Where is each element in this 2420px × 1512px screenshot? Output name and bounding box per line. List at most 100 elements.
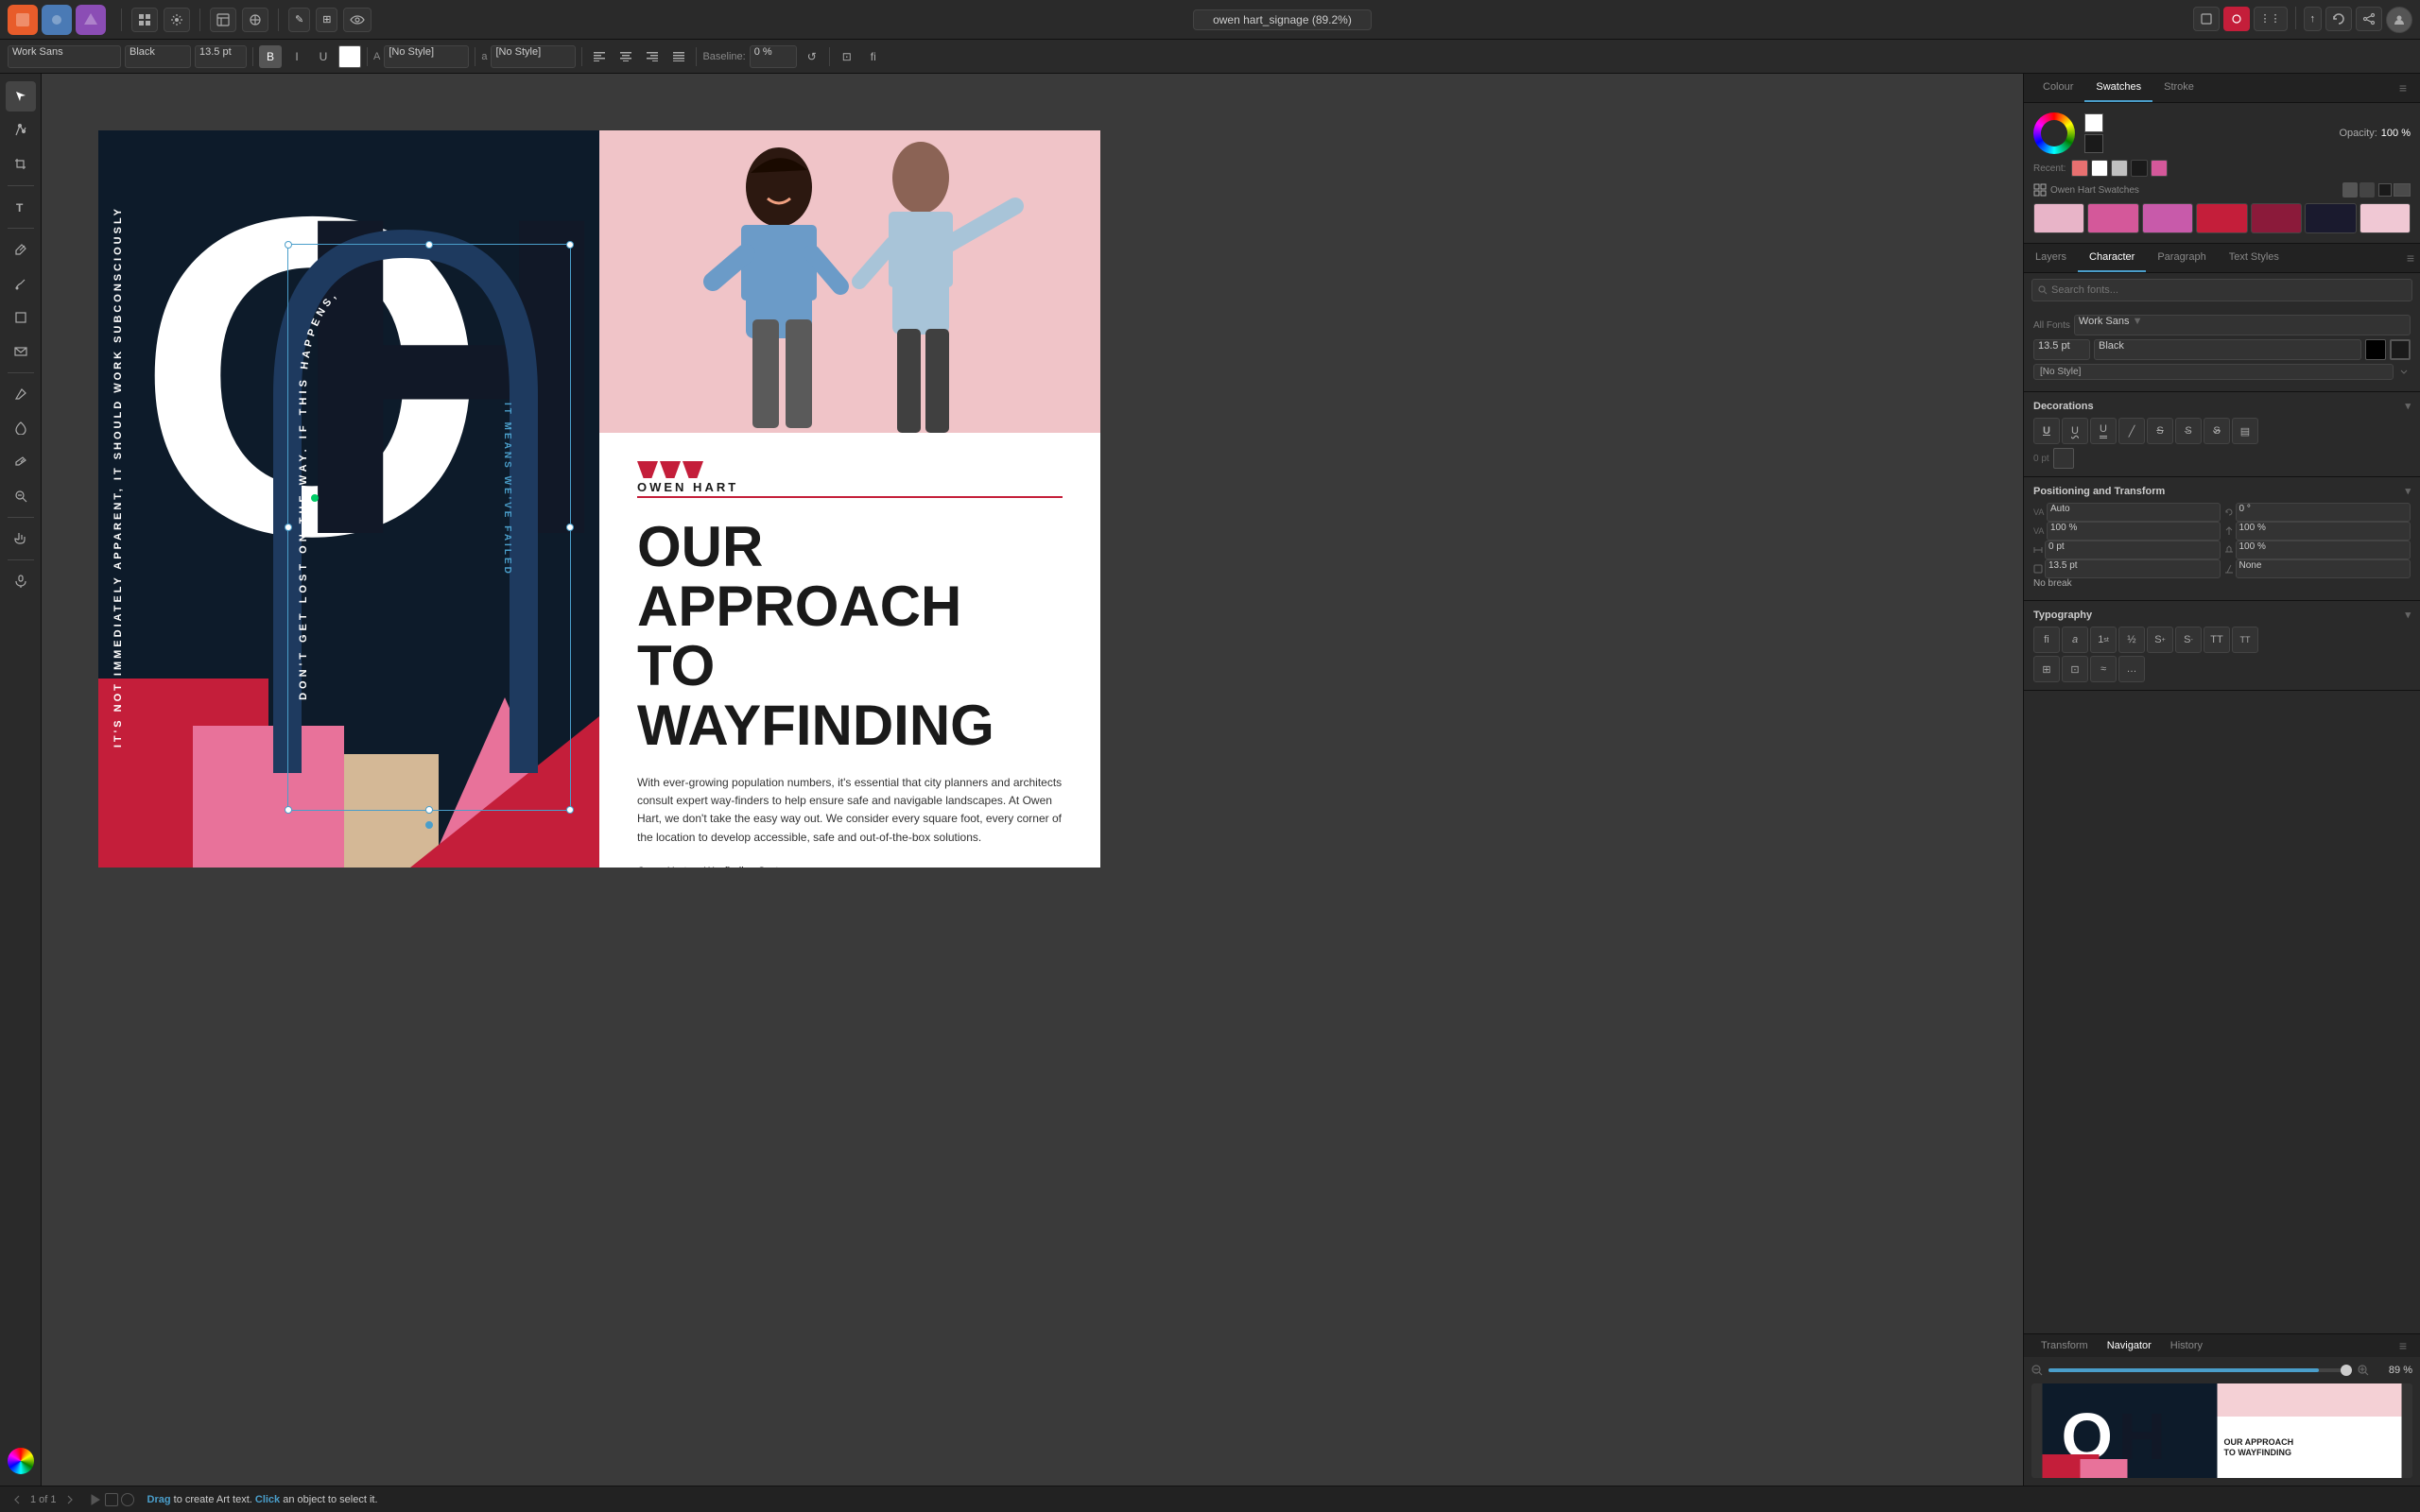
baseline-input[interactable]: 100 % — [2236, 541, 2411, 559]
char-color-swatch2[interactable] — [2390, 339, 2411, 360]
italic-button[interactable]: I — [285, 45, 308, 68]
tool-mic[interactable] — [6, 566, 36, 596]
mode-icon[interactable] — [2193, 7, 2220, 31]
toolbar-pen-icon[interactable]: ✎ — [288, 8, 310, 32]
swatch-cell-3[interactable] — [2142, 203, 2193, 233]
toolbar-settings-icon[interactable] — [164, 8, 190, 32]
baseline-select[interactable]: 0 % — [750, 45, 797, 68]
typo-superscript[interactable]: S+ — [2147, 627, 2173, 653]
tool-hand[interactable] — [6, 524, 36, 554]
grid-view-btn[interactable] — [2342, 182, 2358, 198]
va-input[interactable]: Auto — [2047, 503, 2221, 522]
handle-tr[interactable] — [566, 241, 574, 249]
char-style-select[interactable]: [No Style] — [384, 45, 469, 68]
typo-italic-a[interactable]: a — [2062, 627, 2088, 653]
deco-underline-solid[interactable]: U — [2033, 418, 2060, 444]
typo-small-caps[interactable]: TT — [2232, 627, 2258, 653]
status-circle-icon[interactable] — [121, 1493, 134, 1506]
recent-swatch-5[interactable] — [2151, 160, 2168, 177]
list-view-btn[interactable] — [2360, 182, 2375, 198]
app-icon-1[interactable] — [8, 5, 38, 35]
black-swatch[interactable] — [2084, 134, 2103, 153]
tool-zoom[interactable] — [6, 481, 36, 511]
size-auto-input[interactable]: 13.5 pt — [2045, 559, 2221, 578]
status-page-icon[interactable] — [105, 1493, 118, 1506]
typo-sub[interactable]: S- — [2175, 627, 2202, 653]
toolbar-view-icon[interactable] — [210, 8, 236, 32]
white-swatch[interactable] — [2084, 113, 2103, 132]
toolbar-nav-icon[interactable] — [131, 8, 158, 32]
swatch-cell-7[interactable] — [2360, 203, 2411, 233]
char-style-tag[interactable]: [No Style] — [2033, 364, 2394, 380]
align-center-button[interactable] — [614, 45, 637, 68]
color-mode-icon[interactable] — [2223, 7, 2250, 31]
positioning-header[interactable]: Positioning and Transform ▾ — [2033, 485, 2411, 497]
tracking-input[interactable]: 0 pt — [2045, 541, 2221, 559]
typo-frac[interactable]: ½ — [2118, 627, 2145, 653]
align-justify-button[interactable] — [667, 45, 690, 68]
font-size-select[interactable]: 13.5 pt — [195, 45, 247, 68]
deco-strikethrough[interactable]: S — [2147, 418, 2173, 444]
handle-ml[interactable] — [285, 524, 292, 531]
tool-pen[interactable] — [6, 234, 36, 265]
align-left-button[interactable] — [588, 45, 611, 68]
decorations-header[interactable]: Decorations ▾ — [2033, 400, 2411, 412]
skew-input[interactable]: None — [2236, 559, 2411, 578]
status-play-icon[interactable] — [89, 1493, 102, 1506]
resize-icon-button[interactable]: ⊡ — [836, 45, 858, 68]
typo-icon3[interactable]: ≈ — [2090, 656, 2117, 682]
bottom-panel-options[interactable]: ≡ — [2394, 1334, 2412, 1357]
tab-transform[interactable]: Transform — [2031, 1334, 2098, 1357]
wayfinding-link[interactable]: Owen Hart on Wayfinding Systems — [637, 866, 1063, 868]
tab-colour[interactable]: Colour — [2031, 74, 2084, 102]
tool-text[interactable]: T — [6, 192, 36, 222]
swatch-cell-6[interactable] — [2305, 203, 2356, 233]
font-family-dropdown[interactable]: Work Sans ▼ — [2074, 315, 2411, 335]
swatch-size-sm[interactable] — [2378, 183, 2392, 197]
text-color-swatch[interactable] — [338, 45, 361, 68]
handle-bl[interactable] — [285, 806, 292, 814]
status-nav-prev[interactable] — [11, 1494, 23, 1505]
color-wheel-bottom[interactable] — [8, 1444, 34, 1478]
handle-tl[interactable] — [285, 241, 292, 249]
tool-envelope[interactable] — [6, 336, 36, 367]
char-color-swatch[interactable] — [2365, 339, 2386, 360]
user-icon[interactable] — [2386, 7, 2412, 33]
zoom-slider[interactable] — [2048, 1368, 2352, 1372]
tab-stroke[interactable]: Stroke — [2152, 74, 2205, 102]
handle-mr[interactable] — [566, 524, 574, 531]
typo-more[interactable]: … — [2118, 656, 2145, 682]
recent-swatch-2[interactable] — [2091, 160, 2108, 177]
zoom-in-icon[interactable] — [2358, 1365, 2369, 1376]
tool-eraser[interactable] — [6, 379, 36, 409]
recent-swatch-1[interactable] — [2071, 160, 2088, 177]
scale-h-input[interactable]: 100 % — [2047, 522, 2221, 541]
toolbar-align-icon[interactable]: ⊞ — [316, 8, 337, 32]
fi-ligature-button[interactable]: fi — [862, 45, 885, 68]
deco-overline-slash[interactable]: ▤ — [2232, 418, 2258, 444]
tab-layers[interactable]: Layers — [2024, 244, 2078, 272]
typo-ordinal[interactable]: 1st — [2090, 627, 2117, 653]
deco-color-chip[interactable] — [2053, 448, 2074, 469]
tab-swatches[interactable]: Swatches — [2084, 74, 2152, 102]
deco-strikethrough-dot[interactable]: S — [2175, 418, 2202, 444]
tab-paragraph[interactable]: Paragraph — [2146, 244, 2217, 272]
app-icon-2[interactable] — [42, 5, 72, 35]
handle-bm[interactable] — [425, 806, 433, 814]
para-style-select[interactable]: [No Style] — [491, 45, 576, 68]
reset-baseline-button[interactable]: ↺ — [801, 45, 823, 68]
font-size-input[interactable]: 13.5 pt — [2033, 339, 2090, 360]
char-panel-options[interactable]: ≡ — [2401, 244, 2420, 272]
tab-history[interactable]: History — [2161, 1334, 2212, 1357]
handle-tm[interactable] — [425, 241, 433, 249]
tool-crop[interactable] — [6, 149, 36, 180]
scale-v-input[interactable]: 100 % — [2236, 522, 2411, 541]
deco-underline-wavy[interactable]: U — [2062, 418, 2088, 444]
swatch-cell-2[interactable] — [2087, 203, 2138, 233]
colour-wheel-container[interactable] — [2033, 112, 2075, 154]
typo-icon2[interactable]: ⊡ — [2062, 656, 2088, 682]
swatch-cell-1[interactable] — [2033, 203, 2084, 233]
grid-view-icon[interactable]: ⋮⋮ — [2254, 7, 2288, 31]
export-icon[interactable]: ↑ — [2304, 7, 2323, 31]
undo-icon[interactable] — [2325, 7, 2352, 31]
